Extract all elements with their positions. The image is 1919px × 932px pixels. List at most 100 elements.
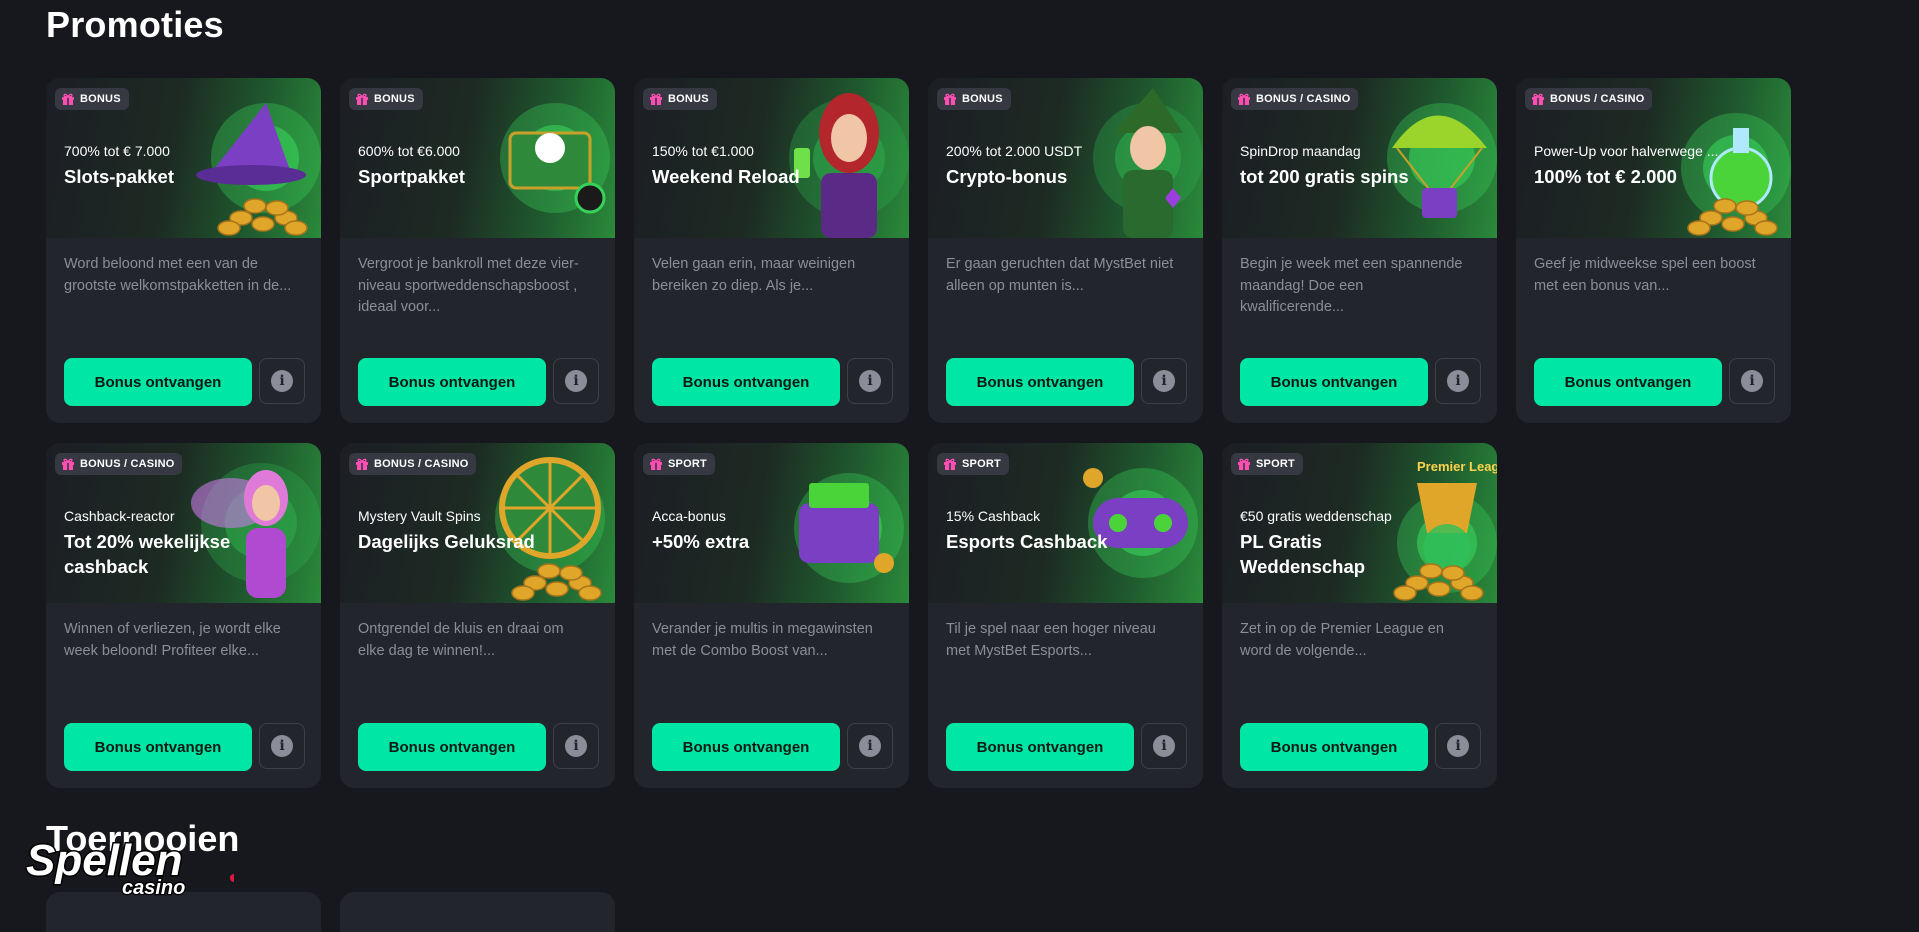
promo-subtitle: Cashback-reactor bbox=[64, 508, 175, 524]
promo-subtitle: SpinDrop maandag bbox=[1240, 143, 1361, 159]
promo-badge-label: BONUS / CASINO bbox=[80, 458, 175, 470]
gift-icon bbox=[1532, 93, 1544, 105]
promo-banner: SPORT 15% Cashback Esports Cashback bbox=[928, 443, 1203, 603]
premier-league-logo: Premier League bbox=[1417, 459, 1497, 474]
promo-badge-label: SPORT bbox=[962, 458, 1001, 470]
info-icon: i bbox=[271, 370, 293, 392]
promo-card: BONUS / CASINO Cashback-reactor Tot 20% … bbox=[46, 443, 321, 788]
claim-bonus-button[interactable]: Bonus ontvangen bbox=[64, 358, 252, 406]
promo-description: Word beloond met een van de grootste wel… bbox=[64, 256, 292, 294]
promo-card: Premier League SPORT €50 gratis weddensc… bbox=[1222, 443, 1497, 788]
info-button[interactable]: i bbox=[847, 358, 893, 404]
claim-bonus-button[interactable]: Bonus ontvangen bbox=[1534, 358, 1722, 406]
promo-subtitle: 600% tot €6.000 bbox=[358, 143, 460, 159]
promo-badge-label: BONUS / CASINO bbox=[1550, 93, 1645, 105]
info-button[interactable]: i bbox=[259, 358, 305, 404]
promo-badge: BONUS bbox=[937, 88, 1011, 110]
tournament-card-peek[interactable] bbox=[340, 892, 615, 932]
promo-subtitle: 15% Cashback bbox=[946, 508, 1041, 524]
info-button[interactable]: i bbox=[1435, 358, 1481, 404]
info-icon: i bbox=[271, 735, 293, 757]
promo-card: BONUS / CASINO SpinDrop maandag tot 200 … bbox=[1222, 78, 1497, 423]
promo-card: BONUS 150% tot €1.000 Weekend Reload Vel… bbox=[634, 78, 909, 423]
promo-subtitle: Mystery Vault Spins bbox=[358, 508, 481, 524]
promo-banner: BONUS / CASINO Power-Up voor halverwege … bbox=[1516, 78, 1791, 238]
promo-badge-label: BONUS / CASINO bbox=[1256, 93, 1351, 105]
promo-banner: BONUS / CASINO Mystery Vault Spins Dagel… bbox=[340, 443, 615, 603]
promo-card: BONUS 200% tot 2.000 USDT Crypto-bonus E… bbox=[928, 78, 1203, 423]
claim-bonus-button[interactable]: Bonus ontvangen bbox=[1240, 358, 1428, 406]
promo-badge: BONUS bbox=[643, 88, 717, 110]
promo-badge-label: BONUS / CASINO bbox=[374, 458, 469, 470]
promo-badge-label: SPORT bbox=[668, 458, 707, 470]
promo-badge-label: BONUS bbox=[668, 93, 709, 105]
promo-subtitle: 200% tot 2.000 USDT bbox=[946, 143, 1083, 159]
gift-icon bbox=[1238, 458, 1250, 470]
promo-badge: BONUS bbox=[55, 88, 129, 110]
gift-icon bbox=[1238, 93, 1250, 105]
promotions-grid: BONUS 700% tot € 7.000 Slots-pakket Word… bbox=[46, 78, 1791, 788]
promo-badge-label: SPORT bbox=[1256, 458, 1295, 470]
promo-description: Velen gaan erin, maar weinigen bereiken … bbox=[652, 256, 856, 294]
promo-card: BONUS / CASINO Power-Up voor halverwege … bbox=[1516, 78, 1791, 423]
promo-description: Geef je midweekse spel een boost met een… bbox=[1534, 256, 1756, 294]
promo-illustration bbox=[500, 103, 610, 214]
watermark-sub: casino bbox=[122, 877, 185, 899]
promo-banner: BONUS / CASINO SpinDrop maandag tot 200 … bbox=[1222, 78, 1497, 238]
promo-subtitle: 150% tot €1.000 bbox=[652, 143, 754, 159]
promo-description: Winnen of verliezen, je wordt elke week … bbox=[64, 621, 281, 659]
info-button[interactable]: i bbox=[553, 723, 599, 769]
gift-icon bbox=[650, 93, 662, 105]
promo-subtitle: Power-Up voor halverwege ... bbox=[1534, 143, 1719, 159]
claim-bonus-button[interactable]: Bonus ontvangen bbox=[652, 358, 840, 406]
info-icon: i bbox=[565, 735, 587, 757]
promo-title: Tot 20% wekelijkse cashback bbox=[64, 531, 231, 577]
promo-banner: BONUS 600% tot €6.000 Sportpakket bbox=[340, 78, 615, 238]
gift-icon bbox=[62, 458, 74, 470]
claim-bonus-button[interactable]: Bonus ontvangen bbox=[64, 723, 252, 771]
info-button[interactable]: i bbox=[847, 723, 893, 769]
promo-description: Verander je multis in megawinsten met de… bbox=[652, 621, 873, 659]
info-icon: i bbox=[1153, 735, 1175, 757]
claim-bonus-button[interactable]: Bonus ontvangen bbox=[946, 358, 1134, 406]
claim-bonus-button[interactable]: Bonus ontvangen bbox=[358, 723, 546, 771]
info-button[interactable]: i bbox=[259, 723, 305, 769]
promo-title: +50% extra bbox=[652, 531, 750, 552]
info-button[interactable]: i bbox=[1141, 358, 1187, 404]
promo-description: Vergroot je bankroll met deze vier-nivea… bbox=[358, 256, 579, 315]
promo-description: Er gaan geruchten dat MystBet niet allee… bbox=[946, 256, 1174, 294]
promo-badge: SPORT bbox=[937, 453, 1009, 475]
claim-bonus-button[interactable]: Bonus ontvangen bbox=[946, 723, 1134, 771]
claim-bonus-button[interactable]: Bonus ontvangen bbox=[652, 723, 840, 771]
promo-title: Dagelijks Geluksrad bbox=[358, 531, 535, 552]
claim-bonus-button[interactable]: Bonus ontvangen bbox=[1240, 723, 1428, 771]
promo-card: BONUS 600% tot €6.000 Sportpakket Vergro… bbox=[340, 78, 615, 423]
info-button[interactable]: i bbox=[1435, 723, 1481, 769]
promo-description: Zet in op de Premier League en word de v… bbox=[1240, 621, 1444, 659]
info-button[interactable]: i bbox=[1141, 723, 1187, 769]
promo-banner: SPORT Acca-bonus +50% extra bbox=[634, 443, 909, 603]
promo-description: Ontgrendel de kluis en draai om elke dag… bbox=[358, 621, 564, 659]
promo-subtitle: €50 gratis weddenschap bbox=[1240, 508, 1392, 524]
promo-badge: BONUS / CASINO bbox=[55, 453, 183, 475]
promo-badge: BONUS / CASINO bbox=[349, 453, 477, 475]
promo-illustration bbox=[1387, 103, 1497, 218]
gift-icon bbox=[650, 458, 662, 470]
promo-card: SPORT 15% Cashback Esports Cashback Til … bbox=[928, 443, 1203, 788]
promo-illustration bbox=[191, 463, 321, 598]
info-button[interactable]: i bbox=[1729, 358, 1775, 404]
promo-illustration bbox=[495, 457, 605, 601]
promo-illustration bbox=[794, 473, 904, 583]
spellen-casino-watermark: Spellen casino bbox=[25, 835, 234, 900]
claim-bonus-button[interactable]: Bonus ontvangen bbox=[358, 358, 546, 406]
info-icon: i bbox=[1447, 370, 1469, 392]
gift-icon bbox=[944, 458, 956, 470]
promo-badge: SPORT bbox=[643, 453, 715, 475]
info-button[interactable]: i bbox=[553, 358, 599, 404]
promo-badge: SPORT bbox=[1231, 453, 1303, 475]
info-icon: i bbox=[859, 370, 881, 392]
promo-illustration bbox=[1083, 468, 1198, 578]
promo-badge-label: BONUS bbox=[962, 93, 1003, 105]
promo-title: 100% tot € 2.000 bbox=[1534, 166, 1677, 187]
gift-icon bbox=[944, 93, 956, 105]
